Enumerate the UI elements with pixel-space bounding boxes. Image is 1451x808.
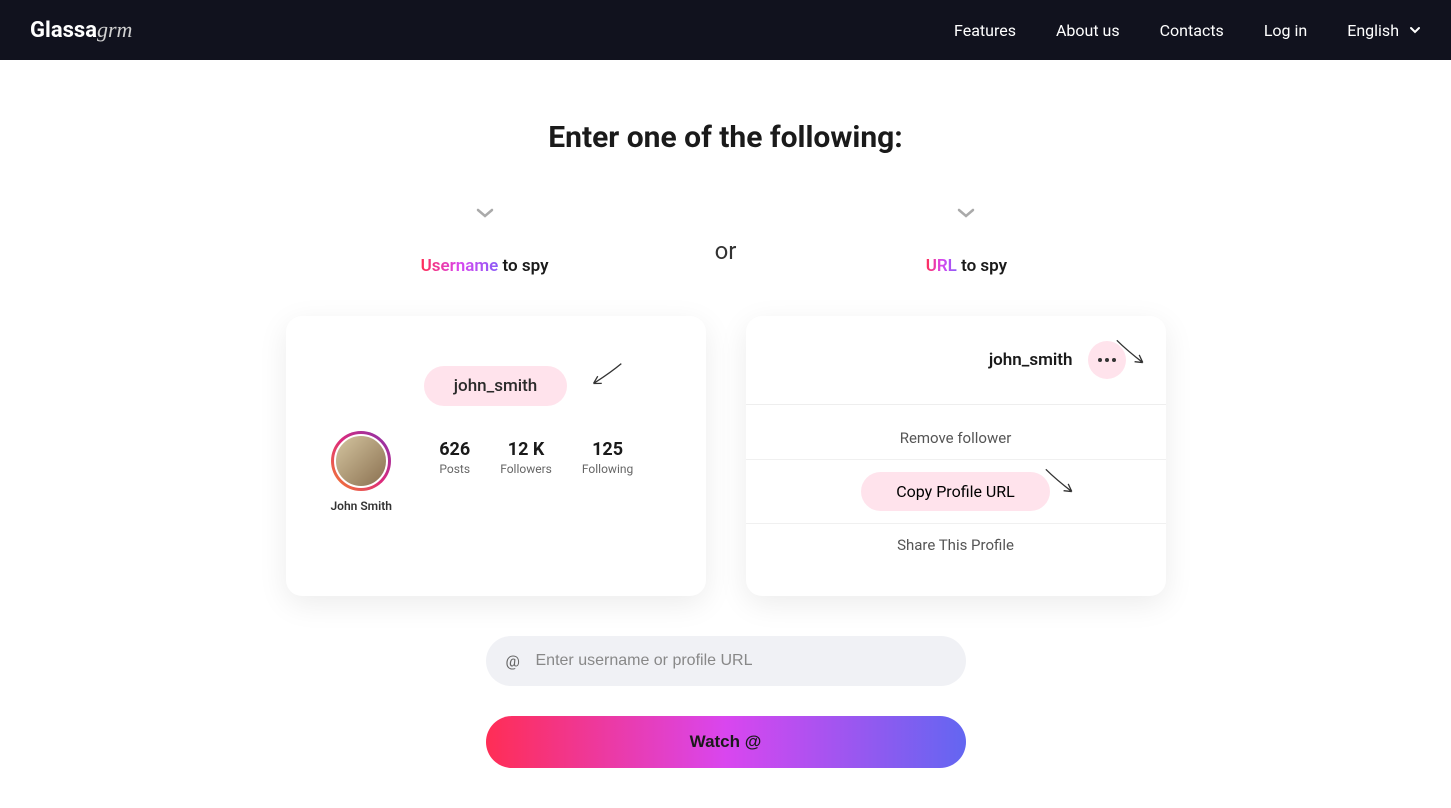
option-url-label: URL to spy — [756, 256, 1176, 276]
options-row: Username to spy or URL to spy — [146, 205, 1306, 296]
nav-features[interactable]: Features — [954, 21, 1016, 40]
nav: Features About us Contacts Log in Englis… — [954, 21, 1421, 40]
menu-share-profile[interactable]: Share This Profile — [746, 524, 1166, 566]
avatar-wrap: John Smith — [331, 431, 392, 513]
arrow-pointer-icon — [584, 361, 628, 391]
at-icon: @ — [506, 652, 520, 671]
avatar — [331, 431, 391, 491]
url-username: john_smith — [989, 350, 1073, 370]
watch-button[interactable]: Watch @ — [486, 716, 966, 768]
stat-following-num: 125 — [582, 439, 633, 460]
chevron-down-icon — [1409, 24, 1421, 36]
url-header: john_smith — [746, 336, 1166, 384]
profile-row: John Smith 626 Posts 12 K Followers 125 … — [311, 431, 681, 513]
menu-remove-follower[interactable]: Remove follower — [746, 417, 1166, 460]
stat-posts-label: Posts — [439, 462, 470, 476]
menu-copy-url-label: Copy Profile URL — [896, 482, 1015, 501]
username-pill: john_smith — [424, 366, 567, 406]
nav-contacts[interactable]: Contacts — [1160, 21, 1224, 40]
stat-following-label: Following — [582, 462, 633, 476]
option-url-col: URL to spy — [756, 205, 1176, 296]
page-heading: Enter one of the following: — [146, 120, 1306, 155]
more-options-button[interactable] — [1088, 341, 1126, 379]
logo-suffix: grm — [97, 17, 132, 42]
stat-followers-label: Followers — [500, 462, 552, 476]
main-content: Enter one of the following: Username to … — [126, 60, 1326, 808]
search-input[interactable] — [486, 636, 966, 686]
card-username-example: john_smith John Smith 626 Posts 12 K Fol — [286, 316, 706, 596]
logo[interactable]: Glassagrm — [30, 17, 132, 43]
search-input-wrap: @ — [486, 636, 966, 686]
option-username-label: Username to spy — [275, 256, 695, 276]
context-menu: Remove follower Copy Profile URL Share T… — [746, 404, 1166, 578]
stat-following: 125 Following — [582, 439, 633, 476]
profile-stats: 626 Posts 12 K Followers 125 Following — [412, 431, 661, 476]
logo-prefix: Glassa — [30, 18, 97, 43]
arrow-pointer-icon — [1038, 467, 1082, 499]
nav-login[interactable]: Log in — [1264, 21, 1307, 40]
option-url-highlight: URL — [926, 256, 957, 276]
language-selector[interactable]: English — [1347, 21, 1421, 40]
language-label: English — [1347, 21, 1399, 40]
header: Glassagrm Features About us Contacts Log… — [0, 0, 1451, 60]
nav-about[interactable]: About us — [1056, 21, 1120, 40]
avatar-name: John Smith — [331, 499, 392, 513]
stat-followers-num: 12 K — [500, 439, 552, 460]
stat-posts-num: 626 — [439, 439, 470, 460]
menu-copy-url-wrap: Copy Profile URL — [746, 460, 1166, 524]
dots-icon — [1098, 358, 1102, 362]
cards-row: john_smith John Smith 626 Posts 12 K Fol — [146, 316, 1306, 596]
option-username-highlight: Username — [421, 256, 499, 276]
menu-copy-url[interactable]: Copy Profile URL — [861, 472, 1050, 511]
option-username-suffix: to spy — [498, 256, 548, 276]
option-username-col: Username to spy — [275, 205, 695, 296]
chevron-down-icon — [275, 205, 695, 221]
chevron-down-icon — [756, 205, 1176, 221]
or-separator: or — [695, 237, 757, 265]
option-url-suffix: to spy — [957, 256, 1007, 276]
stat-posts: 626 Posts — [439, 439, 470, 476]
card-url-example: john_smith Remove follower Copy Profile … — [746, 316, 1166, 596]
avatar-image — [334, 434, 388, 488]
stat-followers: 12 K Followers — [500, 439, 552, 476]
